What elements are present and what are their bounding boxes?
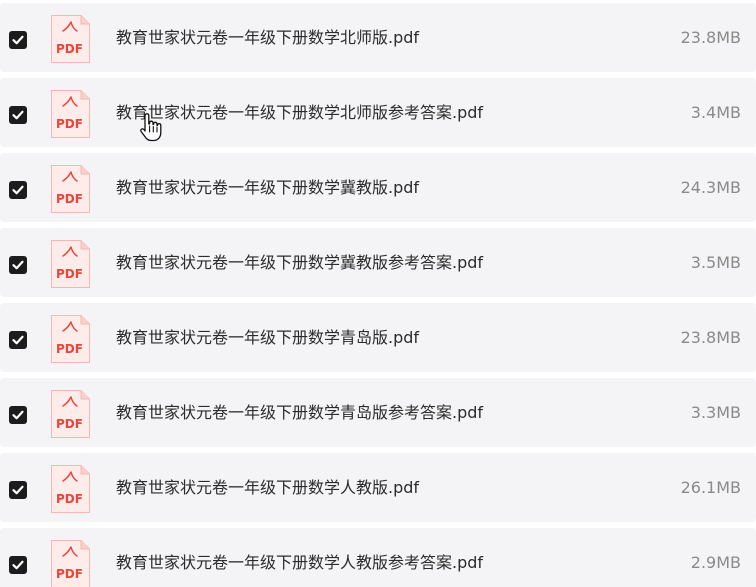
file-row[interactable]: PDF 教育世家状元卷一年级下册数学冀教版参考答案.pdf 3.5MB: [0, 228, 756, 297]
pdf-file-icon: PDF: [50, 314, 91, 364]
file-size: 3.3MB: [690, 403, 741, 422]
checkmark-icon: [12, 335, 24, 345]
pdf-file-icon: PDF: [50, 239, 91, 289]
file-name[interactable]: 教育世家状元卷一年级下册数学北师版.pdf: [116, 27, 419, 49]
pdf-file-icon: PDF: [50, 14, 91, 64]
file-row[interactable]: PDF 教育世家状元卷一年级下册数学青岛版.pdf 23.8MB: [0, 303, 756, 372]
pdf-badge: PDF: [56, 267, 83, 281]
file-size: 3.5MB: [690, 253, 741, 272]
file-name[interactable]: 教育世家状元卷一年级下册数学冀教版参考答案.pdf: [116, 252, 483, 274]
checkmark-icon: [12, 410, 24, 420]
file-checkbox[interactable]: [9, 106, 27, 124]
file-list: PDF 教育世家状元卷一年级下册数学北师版.pdf 23.8MB PDF 教育世…: [0, 0, 756, 587]
file-checkbox[interactable]: [9, 331, 27, 349]
pdf-badge: PDF: [56, 192, 83, 206]
file-size: 26.1MB: [680, 478, 741, 497]
pdf-badge: PDF: [56, 492, 83, 506]
file-checkbox[interactable]: [9, 256, 27, 274]
file-row[interactable]: PDF 教育世家状元卷一年级下册数学人教版.pdf 26.1MB: [0, 453, 756, 522]
checkmark-icon: [12, 260, 24, 270]
file-row[interactable]: PDF 教育世家状元卷一年级下册数学冀教版.pdf 24.3MB: [0, 153, 756, 222]
pdf-badge: PDF: [56, 417, 83, 431]
file-row[interactable]: PDF 教育世家状元卷一年级下册数学人教版参考答案.pdf 2.9MB: [0, 528, 756, 587]
pdf-badge: PDF: [56, 42, 83, 56]
pdf-badge: PDF: [56, 117, 83, 131]
checkmark-icon: [12, 110, 24, 120]
file-name[interactable]: 教育世家状元卷一年级下册数学青岛版.pdf: [116, 327, 419, 349]
checkmark-icon: [12, 560, 24, 570]
file-name[interactable]: 教育世家状元卷一年级下册数学冀教版.pdf: [116, 177, 419, 199]
pdf-file-icon: PDF: [50, 389, 91, 439]
file-size: 23.8MB: [680, 28, 741, 47]
file-name[interactable]: 教育世家状元卷一年级下册数学人教版.pdf: [116, 477, 419, 499]
pdf-file-icon: PDF: [50, 464, 91, 514]
pdf-file-icon: PDF: [50, 89, 91, 139]
file-checkbox[interactable]: [9, 31, 27, 49]
pdf-file-icon: PDF: [50, 164, 91, 214]
file-row[interactable]: PDF 教育世家状元卷一年级下册数学北师版参考答案.pdf 3.4MB: [0, 78, 756, 147]
file-size: 23.8MB: [680, 328, 741, 347]
file-row[interactable]: PDF 教育世家状元卷一年级下册数学北师版.pdf 23.8MB: [0, 3, 756, 72]
checkmark-icon: [12, 485, 24, 495]
file-name[interactable]: 教育世家状元卷一年级下册数学人教版参考答案.pdf: [116, 552, 483, 574]
pdf-badge: PDF: [56, 342, 83, 356]
file-checkbox[interactable]: [9, 556, 27, 574]
file-name[interactable]: 教育世家状元卷一年级下册数学北师版参考答案.pdf: [116, 102, 483, 124]
file-row[interactable]: PDF 教育世家状元卷一年级下册数学青岛版参考答案.pdf 3.3MB: [0, 378, 756, 447]
file-size: 2.9MB: [690, 553, 741, 572]
file-size: 3.4MB: [690, 103, 741, 122]
checkmark-icon: [12, 185, 24, 195]
file-name[interactable]: 教育世家状元卷一年级下册数学青岛版参考答案.pdf: [116, 402, 483, 424]
pdf-file-icon: PDF: [50, 539, 91, 587]
file-size: 24.3MB: [680, 178, 741, 197]
file-checkbox[interactable]: [9, 181, 27, 199]
file-checkbox[interactable]: [9, 406, 27, 424]
pdf-badge: PDF: [56, 567, 83, 581]
file-checkbox[interactable]: [9, 481, 27, 499]
checkmark-icon: [12, 35, 24, 45]
